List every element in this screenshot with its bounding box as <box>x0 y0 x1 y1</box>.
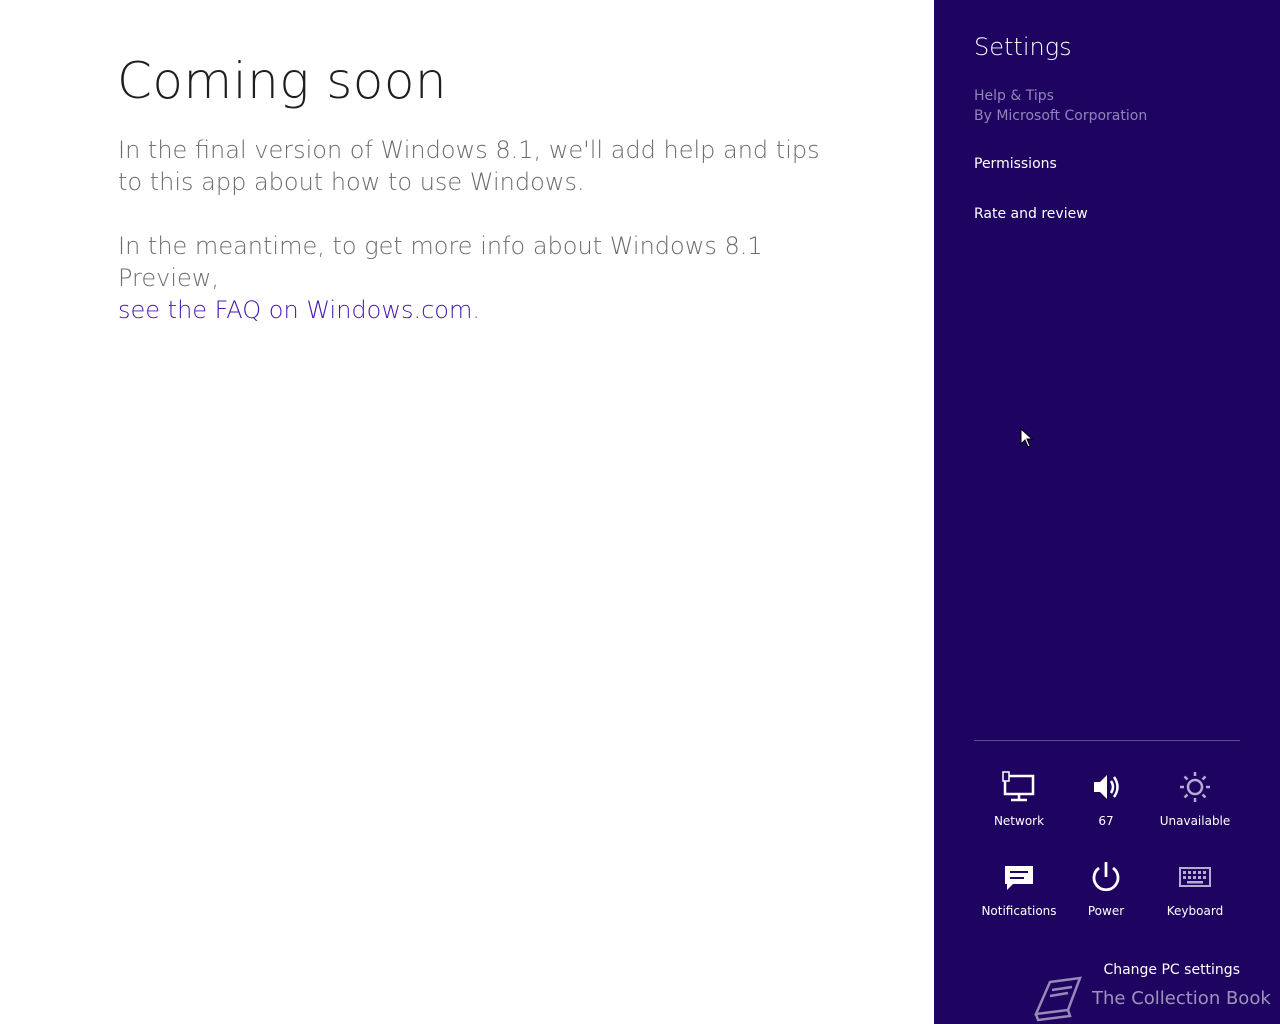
info-paragraph-end: . <box>472 296 480 324</box>
charm-title: Settings <box>974 33 1072 61</box>
faq-link[interactable]: see the FAQ on Windows.com <box>118 296 472 324</box>
info-paragraph: In the meantime, to get more info about … <box>118 230 838 326</box>
app-content: Coming soon In the final version of Wind… <box>0 0 934 1024</box>
keyboard-icon <box>1179 867 1211 887</box>
permissions-link[interactable]: Permissions <box>974 156 1057 172</box>
network-label: Network <box>993 814 1045 828</box>
brightness-button[interactable]: Unavailable <box>1150 770 1240 850</box>
app-name: Help & Tips <box>974 88 1054 104</box>
keyboard-label: Keyboard <box>1166 904 1224 918</box>
watermark-text: The Collection Book <box>1092 988 1271 1009</box>
book-icon <box>1033 976 1082 1022</box>
notifications-label: Notifications <box>981 904 1057 918</box>
info-paragraph-text: In the meantime, to get more info about … <box>118 232 763 292</box>
network-icon <box>1002 771 1035 802</box>
page-title: Coming soon <box>117 52 448 110</box>
keyboard-button[interactable]: Keyboard <box>1150 860 1240 940</box>
brightness-label: Unavailable <box>1159 814 1231 828</box>
rate-and-review-link[interactable]: Rate and review <box>974 206 1088 222</box>
notifications-icon <box>1005 866 1033 890</box>
quick-settings-divider <box>974 740 1240 741</box>
notifications-button[interactable]: Notifications <box>974 860 1064 940</box>
brightness-icon <box>1180 772 1210 802</box>
volume-level: 67 <box>1098 814 1114 828</box>
watermark: The Collection Book <box>1030 972 1271 1022</box>
volume-icon <box>1094 775 1119 799</box>
network-button[interactable]: Network <box>974 770 1064 850</box>
power-icon <box>1092 862 1120 892</box>
mouse-cursor-icon <box>1020 428 1034 448</box>
settings-charm: Settings Help & Tips By Microsoft Corpor… <box>934 0 1280 1024</box>
app-publisher: By Microsoft Corporation <box>974 108 1148 124</box>
power-label: Power <box>1087 904 1125 918</box>
volume-button[interactable]: 67 <box>1061 770 1151 850</box>
intro-paragraph: In the final version of Windows 8.1, we'… <box>118 136 820 196</box>
power-button[interactable]: Power <box>1061 860 1151 940</box>
